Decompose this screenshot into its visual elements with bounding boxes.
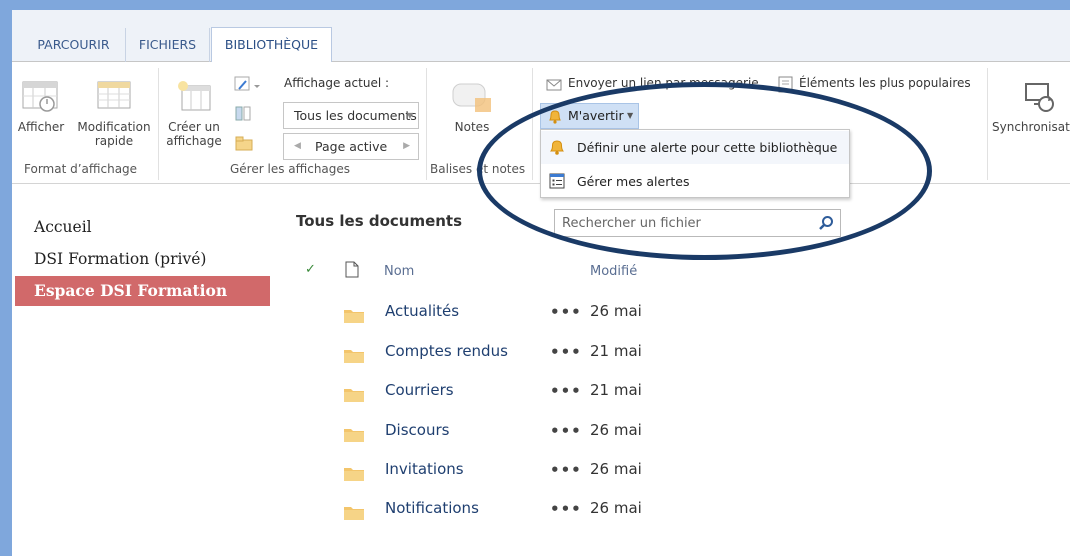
sync-label: Synchronisation	[992, 120, 1070, 134]
modification-rapide-button[interactable]: Modification rapide	[72, 80, 156, 148]
folder-icon	[344, 507, 364, 520]
window: PARCOURIR FICHIERS BIBLIOTHÈQUE Afficher	[0, 0, 1070, 556]
row-menu-ellipsis[interactable]: •••	[550, 337, 582, 367]
row-menu-ellipsis[interactable]: •••	[550, 376, 582, 406]
alert-me-label: M'avertir	[568, 108, 624, 123]
window-top-border	[0, 0, 1070, 10]
views-group-label: Gérer les affichages	[230, 162, 351, 176]
window-left-border	[0, 0, 12, 556]
notes-button[interactable]: Notes	[442, 80, 502, 134]
popular-items-button[interactable]: Éléments les plus populaires	[799, 76, 971, 90]
sync-button[interactable]: Synchronisation	[992, 80, 1070, 134]
group-divider	[426, 68, 427, 180]
row-name-link[interactable]: Actualités	[385, 297, 459, 325]
table-row[interactable]: Invitations ••• 26 mai	[292, 455, 852, 494]
format-group-label: Format d’affichage	[24, 162, 138, 176]
folder-icon	[344, 350, 364, 363]
row-name-link[interactable]: Discours	[385, 416, 449, 444]
bell-icon	[549, 110, 561, 124]
page-prev-icon[interactable]: ◀	[294, 134, 301, 159]
alert-me-button[interactable]: M'avertir ▼	[540, 103, 639, 129]
folder-icon	[344, 389, 364, 402]
current-view-select[interactable]: Tous les documents ▼	[283, 102, 419, 129]
email-link-button[interactable]: Envoyer un lien par messagerie	[568, 76, 759, 90]
set-alert-label: Définir une alerte pour cette bibliothèq…	[577, 140, 838, 155]
afficher-button[interactable]: Afficher	[15, 80, 67, 134]
email-icon	[546, 79, 562, 91]
alert-list-icon	[549, 173, 565, 189]
sync-icon	[1025, 83, 1054, 112]
table-row[interactable]: Comptes rendus ••• 21 mai	[292, 337, 852, 376]
alert-menu: Définir une alerte pour cette bibliothèq…	[540, 129, 850, 198]
row-modified: 26 mai	[590, 421, 642, 439]
afficher-label: Afficher	[17, 120, 65, 134]
row-modified: 26 mai	[590, 499, 642, 517]
group-divider	[158, 68, 159, 180]
standard-view-icon	[22, 81, 58, 112]
row-name-link[interactable]: Invitations	[385, 455, 464, 483]
create-view-icon	[178, 81, 211, 111]
table-row[interactable]: Courriers ••• 21 mai	[292, 376, 852, 415]
chevron-down-icon: ▼	[406, 111, 413, 120]
tab-bibliotheque[interactable]: BIBLIOTHÈQUE	[211, 27, 332, 63]
creer-line1: Créer un	[168, 120, 220, 134]
file-type-icon	[345, 261, 359, 278]
row-name-link[interactable]: Notifications	[385, 494, 479, 522]
group-divider	[987, 68, 988, 180]
search-icon[interactable]	[818, 215, 834, 231]
table-row[interactable]: Notifications ••• 26 mai	[292, 494, 852, 533]
view-title[interactable]: Tous les documents	[296, 212, 462, 230]
tags-group-label: Balises et notes	[430, 162, 526, 176]
chevron-down-icon: ▼	[627, 111, 634, 120]
manage-alerts-menu-item[interactable]: Gérer mes alertes	[541, 165, 849, 198]
row-menu-ellipsis[interactable]: •••	[550, 455, 582, 485]
notes-label: Notes	[454, 120, 490, 134]
group-divider	[532, 68, 533, 180]
folder-icon	[344, 310, 364, 323]
row-name-link[interactable]: Courriers	[385, 376, 454, 404]
nav-item-dsi-formation[interactable]: DSI Formation (privé)	[15, 244, 270, 274]
table-row[interactable]: Discours ••• 26 mai	[292, 416, 852, 455]
tab-parcourir[interactable]: PARCOURIR	[22, 28, 126, 62]
row-name-link[interactable]: Comptes rendus	[385, 337, 508, 365]
column-header-modified[interactable]: Modifié	[590, 264, 637, 279]
ribbon-tab-bar: PARCOURIR FICHIERS BIBLIOTHÈQUE	[12, 10, 1070, 63]
table-row[interactable]: Actualités ••• 26 mai	[292, 297, 852, 336]
row-menu-ellipsis[interactable]: •••	[550, 416, 582, 446]
current-view-label: Affichage actuel :	[284, 76, 390, 90]
tags-notes-icon	[452, 83, 491, 112]
modification-line2: rapide	[94, 134, 134, 148]
creer-line2: affichage	[166, 134, 222, 148]
row-modified: 26 mai	[590, 302, 642, 320]
row-modified: 26 mai	[590, 460, 642, 478]
select-all-checkmark-icon[interactable]: ✓	[305, 262, 316, 277]
creer-affichage-button[interactable]: Créer un affichage	[164, 80, 224, 148]
popular-items-icon	[778, 76, 793, 93]
set-alert-menu-item[interactable]: Définir une alerte pour cette bibliothèq…	[541, 131, 849, 164]
modification-line1: Modification	[77, 120, 151, 134]
column-header-name[interactable]: Nom	[384, 264, 414, 279]
modify-column-icon[interactable]	[234, 104, 252, 122]
row-modified: 21 mai	[590, 342, 642, 360]
modify-view-icon[interactable]	[234, 76, 260, 94]
quick-edit-icon	[97, 81, 131, 109]
page-nav[interactable]: ◀ Page active ▶	[283, 133, 419, 160]
page-active-label: Page active	[315, 139, 388, 154]
tab-fichiers[interactable]: FICHIERS	[126, 28, 210, 62]
bell-icon	[550, 140, 564, 155]
search-box[interactable]	[554, 209, 841, 237]
navigate-up-icon[interactable]	[234, 134, 254, 152]
page-next-icon[interactable]: ▶	[403, 134, 410, 159]
current-view-value: Tous les documents	[294, 108, 417, 123]
manage-alerts-label: Gérer mes alertes	[577, 174, 690, 189]
nav-item-accueil[interactable]: Accueil	[15, 212, 270, 242]
row-modified: 21 mai	[590, 381, 642, 399]
row-menu-ellipsis[interactable]: •••	[550, 494, 582, 524]
folder-icon	[344, 429, 364, 442]
search-input[interactable]	[556, 211, 806, 235]
nav-item-espace-dsi-formation[interactable]: Espace DSI Formation	[15, 276, 270, 306]
row-menu-ellipsis[interactable]: •••	[550, 297, 582, 327]
sharepoint-app: PARCOURIR FICHIERS BIBLIOTHÈQUE Afficher	[12, 10, 1070, 556]
folder-icon	[344, 468, 364, 481]
